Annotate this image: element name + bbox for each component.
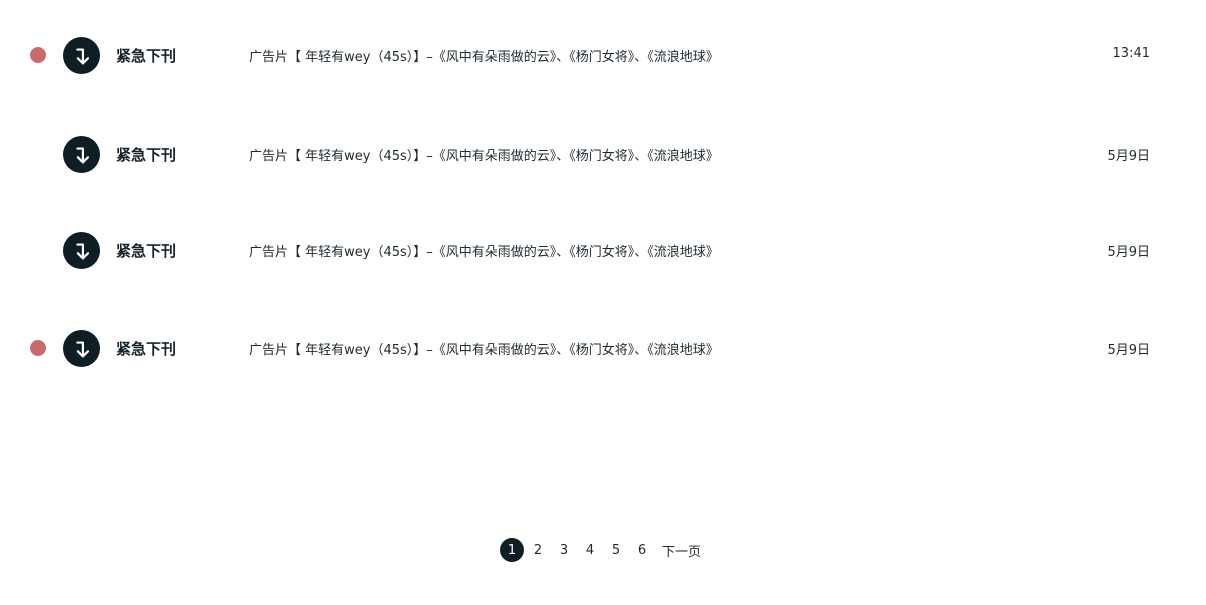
page-button-4[interactable]: 4 (578, 538, 602, 562)
notification-time: 5月9日 (1107, 245, 1150, 260)
arrow-down-return-icon (75, 242, 89, 259)
avatar (63, 330, 100, 367)
avatar (63, 136, 100, 173)
notification-category: 紧急下刊 (116, 340, 177, 358)
avatar (63, 37, 100, 74)
notification-message: 广告片【 年轻有wey（45s）】–《风中有朵雨做的云》、《杨门女将》、《流浪地… (249, 343, 719, 358)
avatar (63, 232, 100, 269)
arrow-down-return-icon (75, 146, 89, 163)
unread-dot (30, 340, 46, 356)
page-button-2[interactable]: 2 (526, 538, 550, 562)
pagination: 1 2 3 4 5 6 下一页 (500, 538, 701, 562)
notification-row[interactable]: 紧急下刊 广告片【 年轻有wey（45s）】–《风中有朵雨做的云》、《杨门女将》… (0, 134, 1206, 174)
arrow-down-return-icon (75, 340, 89, 357)
notification-row[interactable]: 紧急下刊 广告片【 年轻有wey（45s）】–《风中有朵雨做的云》、《杨门女将》… (0, 35, 1206, 75)
next-page-button[interactable]: 下一页 (662, 538, 701, 562)
notification-message: 广告片【 年轻有wey（45s）】–《风中有朵雨做的云》、《杨门女将》、《流浪地… (249, 50, 719, 65)
notification-message: 广告片【 年轻有wey（45s）】–《风中有朵雨做的云》、《杨门女将》、《流浪地… (249, 245, 719, 260)
notification-message: 广告片【 年轻有wey（45s）】–《风中有朵雨做的云》、《杨门女将》、《流浪地… (249, 149, 719, 164)
page-button-5[interactable]: 5 (604, 538, 628, 562)
notification-category: 紧急下刊 (116, 242, 177, 260)
notification-time: 5月9日 (1107, 149, 1150, 164)
page-button-6[interactable]: 6 (630, 538, 654, 562)
notification-page: 紧急下刊 广告片【 年轻有wey（45s）】–《风中有朵雨做的云》、《杨门女将》… (0, 0, 1206, 605)
notification-category: 紧急下刊 (116, 146, 177, 164)
notification-row[interactable]: 紧急下刊 广告片【 年轻有wey（45s）】–《风中有朵雨做的云》、《杨门女将》… (0, 328, 1206, 368)
notification-time: 5月9日 (1107, 343, 1150, 358)
page-button-3[interactable]: 3 (552, 538, 576, 562)
unread-dot (30, 47, 46, 63)
arrow-down-return-icon (75, 47, 89, 64)
page-button-1[interactable]: 1 (500, 538, 524, 562)
notification-category: 紧急下刊 (116, 47, 177, 65)
notification-row[interactable]: 紧急下刊 广告片【 年轻有wey（45s）】–《风中有朵雨做的云》、《杨门女将》… (0, 230, 1206, 270)
notification-time: 13:41 (1112, 46, 1150, 61)
